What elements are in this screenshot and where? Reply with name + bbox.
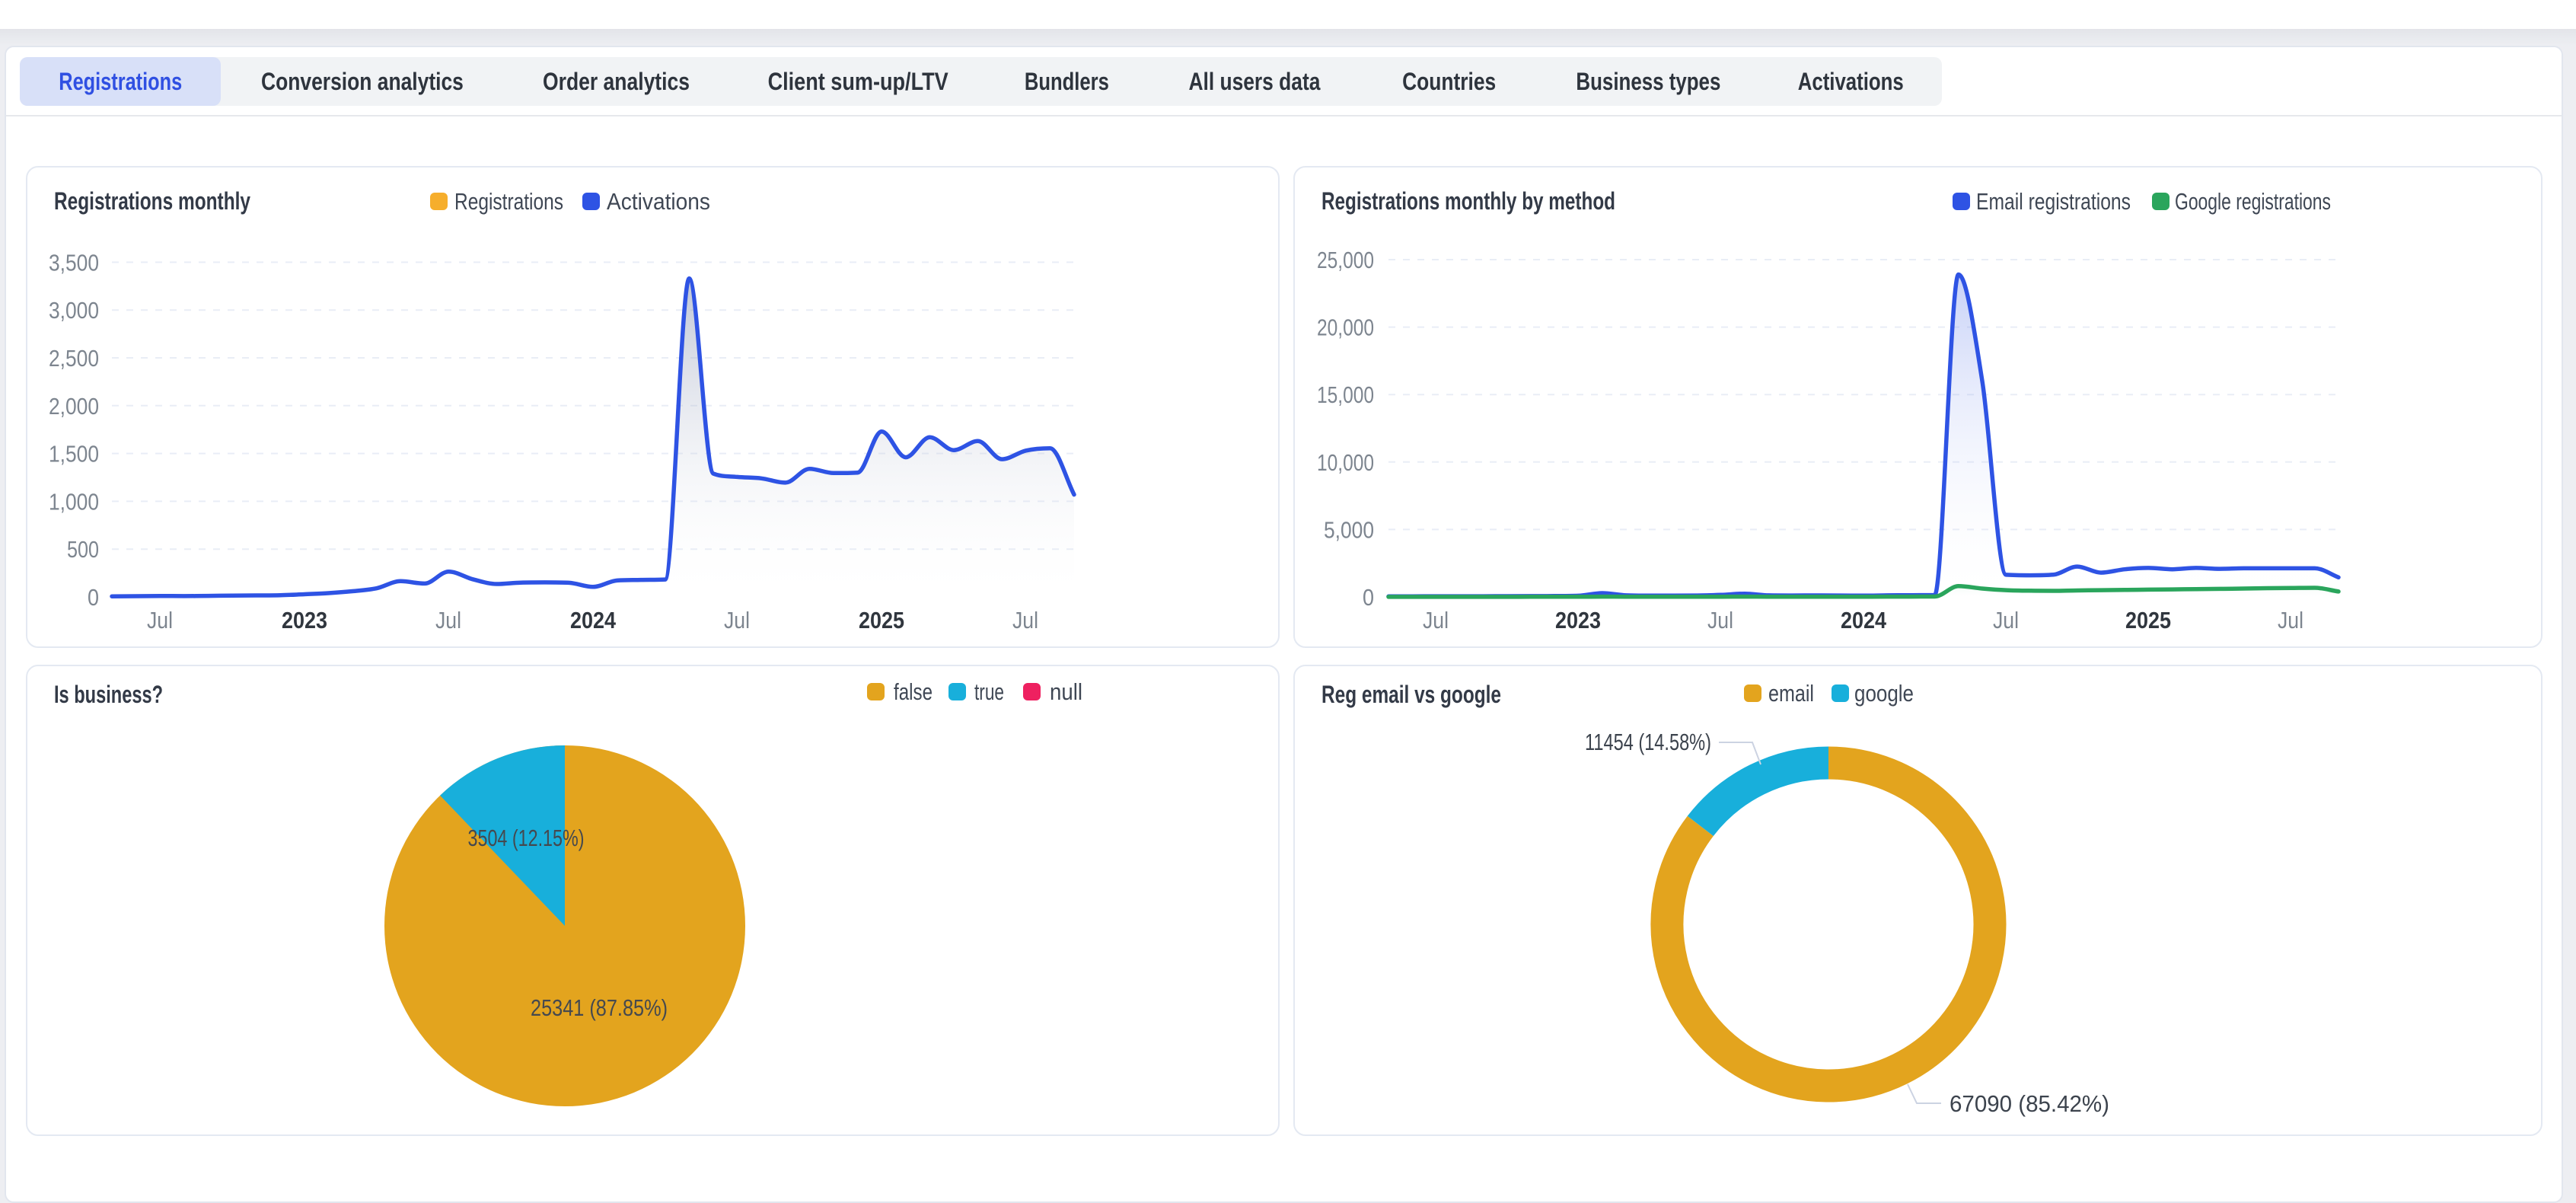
svg-text:Jul: Jul: [1423, 607, 1449, 633]
svg-text:2025: 2025: [2125, 607, 2171, 633]
svg-text:Jul: Jul: [147, 607, 173, 633]
svg-text:25341 (87.85%): 25341 (87.85%): [531, 994, 668, 1021]
svg-text:Is business?: Is business?: [54, 681, 163, 708]
svg-text:null: null: [1050, 678, 1082, 705]
svg-text:2025: 2025: [859, 607, 904, 633]
svg-text:3504 (12.15%): 3504 (12.15%): [468, 825, 585, 851]
svg-text:3,000: 3,000: [49, 297, 99, 324]
svg-text:1,000: 1,000: [49, 488, 99, 515]
svg-text:Jul: Jul: [435, 607, 461, 633]
svg-text:25,000: 25,000: [1317, 247, 1374, 273]
svg-text:Registrations monthly: Registrations monthly: [54, 187, 250, 215]
svg-text:500: 500: [67, 536, 99, 563]
svg-text:Google registrations: Google registrations: [2175, 188, 2331, 215]
svg-text:5,000: 5,000: [1324, 516, 1374, 543]
svg-text:Jul: Jul: [2278, 607, 2303, 633]
svg-text:Reg email vs google: Reg email vs google: [1321, 681, 1501, 708]
svg-text:0: 0: [88, 584, 99, 611]
svg-text:0: 0: [1363, 584, 1374, 611]
svg-text:Jul: Jul: [1707, 607, 1733, 633]
svg-text:Jul: Jul: [724, 607, 750, 633]
svg-text:google: google: [1854, 680, 1914, 707]
svg-text:2,000: 2,000: [49, 393, 99, 420]
svg-text:2023: 2023: [282, 607, 327, 633]
svg-text:1,500: 1,500: [49, 441, 99, 467]
svg-text:3,500: 3,500: [49, 249, 99, 276]
svg-text:2024: 2024: [570, 607, 617, 633]
svg-text:email: email: [1768, 680, 1814, 707]
svg-text:false: false: [894, 678, 933, 705]
svg-text:Activations: Activations: [607, 188, 710, 215]
svg-text:67090 (85.42%): 67090 (85.42%): [1950, 1090, 2109, 1117]
svg-text:Email registrations: Email registrations: [1976, 188, 2131, 215]
svg-text:Jul: Jul: [1012, 607, 1038, 633]
svg-text:Jul: Jul: [1993, 607, 2019, 633]
svg-text:2023: 2023: [1555, 607, 1601, 633]
svg-text:10,000: 10,000: [1317, 449, 1374, 476]
svg-text:true: true: [974, 678, 1004, 705]
svg-text:Registrations monthly by metho: Registrations monthly by method: [1321, 187, 1615, 215]
svg-text:2,500: 2,500: [49, 345, 99, 372]
svg-text:11454 (14.58%): 11454 (14.58%): [1585, 729, 1711, 755]
svg-text:20,000: 20,000: [1317, 314, 1374, 341]
svg-text:2024: 2024: [1841, 607, 1887, 633]
svg-text:Registrations: Registrations: [454, 188, 563, 215]
svg-text:15,000: 15,000: [1317, 381, 1374, 408]
